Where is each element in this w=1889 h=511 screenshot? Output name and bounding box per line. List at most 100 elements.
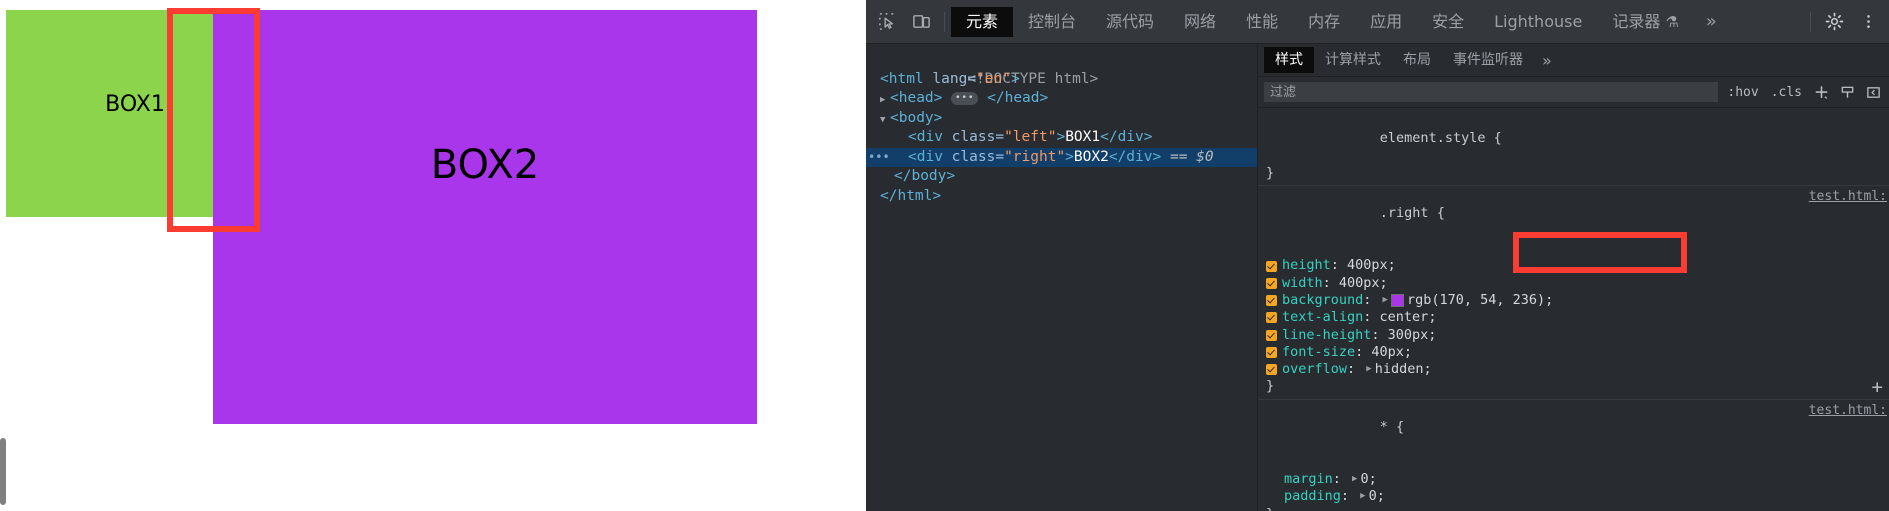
screen-root: BOX1 BOX2 元素 控制台 源代码 网络 性能 内存 应用 安全 Ligh… — [0, 0, 1889, 511]
background-color-swatch[interactable] — [1390, 294, 1404, 308]
div-right-close-tag: div — [1126, 148, 1153, 165]
decl-background-checkbox[interactable] — [1266, 295, 1277, 307]
kebab-menu-icon[interactable] — [1851, 5, 1885, 39]
dom-line-body-open[interactable]: ▼ <body> — [866, 109, 1257, 129]
decl-font-size-checkbox[interactable] — [1266, 347, 1277, 358]
decl-line-height[interactable]: line-height: 300px; — [1258, 327, 1889, 344]
expand-margin-icon[interactable]: ▶ — [1352, 471, 1357, 488]
tab-sources[interactable]: 源代码 — [1091, 7, 1169, 37]
head-tag-name: head — [898, 90, 934, 106]
tab-lighthouse[interactable]: Lighthouse — [1479, 7, 1597, 37]
decl-overflow[interactable]: overflow: ▶ hidden; — [1258, 361, 1889, 378]
html-tag-name: html — [888, 70, 924, 87]
tab-recorder[interactable]: 记录器 ⚗ — [1597, 7, 1693, 37]
tab-application[interactable]: 应用 — [1355, 7, 1417, 37]
tab-memory[interactable]: 内存 — [1293, 7, 1355, 37]
add-declaration-icon[interactable]: + — [1872, 377, 1883, 397]
decl-text-align-checkbox[interactable] — [1266, 312, 1277, 324]
browser-page-viewport: BOX1 BOX2 — [0, 0, 866, 511]
rule-right-selector[interactable]: .right { test.html: — [1258, 188, 1889, 257]
decl-line-height-value[interactable]: 300px; — [1388, 327, 1437, 344]
universal-origin-link[interactable]: test.html: — [1809, 402, 1887, 419]
element-classes-icon[interactable] — [1837, 85, 1857, 100]
tab-computed[interactable]: 计算样式 — [1314, 47, 1392, 73]
selected-node-badge-icon[interactable]: ••• — [868, 148, 890, 168]
decl-margin[interactable]: margin: ▶ 0; — [1258, 471, 1889, 488]
tab-recorder-label: 记录器 — [1612, 11, 1661, 31]
decl-margin-prop: margin — [1284, 470, 1333, 487]
decl-height-value[interactable]: 400px; — [1347, 257, 1396, 274]
dom-line-div-right-selected[interactable]: ••• <div class="right">BOX2</div> == $0 — [866, 147, 1257, 168]
decl-overflow-value[interactable]: hidden; — [1375, 361, 1432, 378]
tab-application-label: 应用 — [1370, 11, 1403, 31]
tab-console[interactable]: 控制台 — [1013, 7, 1091, 37]
decl-font-size-value[interactable]: 40px; — [1371, 344, 1412, 361]
decl-text-align-value[interactable]: center; — [1380, 309, 1437, 326]
expand-padding-icon[interactable]: ▶ — [1360, 488, 1365, 505]
decl-width-checkbox[interactable] — [1266, 277, 1277, 289]
decl-background-prop: background — [1282, 291, 1364, 308]
decl-line-height-prop: line-height — [1282, 326, 1372, 343]
decl-text-align-prop: text-align — [1282, 309, 1364, 326]
dom-line-head[interactable]: ▶ <head> ••• </head> — [866, 89, 1257, 109]
decl-width[interactable]: width: 400px; — [1258, 275, 1889, 292]
decl-background-value[interactable]: rgb(170, 54, 236); — [1407, 292, 1553, 309]
dom-line-html-open[interactable]: <html lang="en"> — [866, 70, 1257, 90]
cls-toggle-button[interactable]: .cls — [1768, 85, 1805, 100]
new-style-rule-icon[interactable] — [1811, 85, 1831, 100]
decl-height-checkbox[interactable] — [1266, 260, 1277, 272]
tab-performance[interactable]: 性能 — [1231, 7, 1293, 37]
decl-padding[interactable]: padding: ▶ 0; — [1258, 488, 1889, 505]
dom-tree-pane[interactable]: <!DOCTYPE html> <html lang="en"> ▶ <head>… — [866, 44, 1258, 511]
body-close-tag-name: body — [911, 168, 947, 184]
div-right-tag-name: div — [916, 148, 943, 165]
device-toolbar-icon[interactable] — [904, 5, 938, 39]
tabs-overflow-button[interactable]: » — [1694, 11, 1727, 32]
expand-background-icon[interactable]: ▶ — [1383, 292, 1388, 309]
dom-line-body-close[interactable]: </body> — [866, 167, 1257, 187]
tab-security[interactable]: 安全 — [1417, 7, 1479, 37]
styles-filter-input[interactable] — [1264, 82, 1719, 102]
expand-overflow-icon[interactable]: ▶ — [1366, 361, 1371, 378]
decl-overflow-checkbox[interactable] — [1266, 364, 1277, 376]
tab-security-label: 安全 — [1432, 11, 1465, 31]
hov-toggle-button[interactable]: :hov — [1724, 85, 1761, 100]
div-left-class-value: "left" — [1004, 129, 1057, 145]
styles-tabs-overflow-button[interactable]: » — [1534, 51, 1558, 70]
toolbar-right-icons — [1804, 5, 1885, 39]
decl-text-align[interactable]: text-align: center; — [1258, 309, 1889, 326]
inspect-element-icon[interactable] — [870, 5, 904, 39]
tab-styles[interactable]: 样式 — [1264, 47, 1314, 73]
decl-padding-prop: padding — [1284, 488, 1341, 505]
decl-margin-value[interactable]: 0; — [1360, 471, 1376, 488]
dom-line-doctype[interactable]: <!DOCTYPE html> — [866, 50, 1257, 87]
rule-universal-selector[interactable]: * { test.html: — [1258, 402, 1889, 471]
tab-elements[interactable]: 元素 — [951, 6, 1014, 37]
gear-icon[interactable] — [1817, 5, 1851, 39]
devtools-body: <!DOCTYPE html> <html lang="en"> ▶ <head>… — [866, 44, 1889, 511]
decl-background[interactable]: background: ▶ rgb(170, 54, 236); — [1258, 292, 1889, 309]
rule-element-style-selector[interactable]: element.style { — [1258, 113, 1889, 165]
div-left-text: BOX1 — [1065, 129, 1101, 145]
decl-padding-value[interactable]: 0; — [1369, 488, 1385, 505]
tab-network-label: 网络 — [1184, 11, 1217, 31]
dom-line-div-left[interactable]: <div class="left">BOX1</div> — [866, 128, 1257, 148]
tab-event-listeners[interactable]: 事件监听器 — [1442, 47, 1534, 73]
dom-line-html-close[interactable]: </html> — [866, 187, 1257, 207]
collapsed-children-icon[interactable]: ••• — [951, 91, 979, 105]
decl-line-height-checkbox[interactable] — [1266, 329, 1277, 341]
tab-network[interactable]: 网络 — [1169, 7, 1231, 37]
decl-font-size[interactable]: font-size: 40px; — [1258, 344, 1889, 361]
tab-elements-label: 元素 — [966, 11, 999, 31]
decl-height[interactable]: height: 400px; — [1258, 257, 1889, 274]
universal-selector-text: * { — [1379, 419, 1405, 436]
decl-width-value[interactable]: 400px; — [1339, 275, 1388, 292]
css-rules-list: element.style { } .right { test.html: he… — [1258, 108, 1889, 511]
right-origin-link[interactable]: test.html: — [1809, 188, 1887, 205]
head-close-tag-name: head — [1004, 90, 1040, 106]
selected-node-marker: == $0 — [1169, 148, 1214, 165]
tab-layout[interactable]: 布局 — [1392, 47, 1442, 73]
right-selector-text: .right { — [1379, 205, 1445, 222]
sidebar-toggle-icon[interactable] — [1863, 85, 1883, 100]
page-vertical-scrollbar[interactable] — [0, 438, 6, 505]
